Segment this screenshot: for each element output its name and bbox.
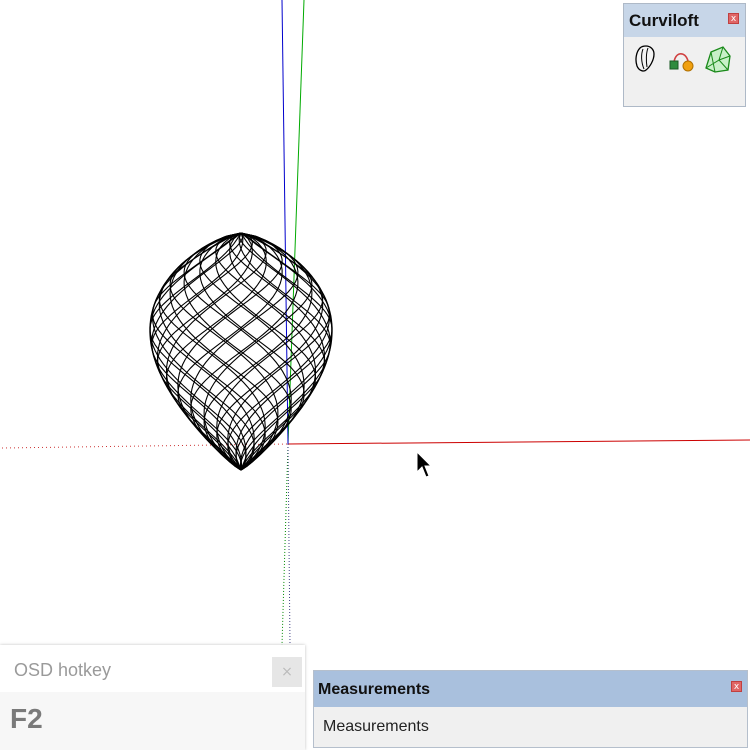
toolbar-close-button[interactable]: x: [728, 13, 739, 24]
loft-along-path-icon: [705, 46, 731, 73]
loft-by-spline-icon: [635, 45, 655, 72]
model-spiral-edge: [149, 232, 247, 471]
model-spiral-edge: [235, 232, 333, 471]
measurements-input[interactable]: Measurements: [323, 718, 429, 736]
measurements-header[interactable]: Measurements x: [314, 671, 747, 707]
measurements-title: Measurements: [318, 681, 431, 698]
model-spiral-edge: [149, 232, 247, 471]
osd-hotkey-value: F2: [10, 703, 43, 734]
skin-contours-icon: [669, 53, 694, 72]
osd-close-button[interactable]: ×: [272, 657, 302, 687]
blue-axis-positive: [281, 0, 289, 445]
loft-along-path-button[interactable]: [702, 43, 734, 75]
blue-axis-negative: [287, 443, 291, 646]
red-axis-positive: [287, 439, 750, 445]
measurements-panel: Measurements x Measurements: [313, 670, 748, 748]
model-spiral-edge: [238, 232, 331, 471]
toolbar-header[interactable]: Curviloft x: [624, 4, 745, 37]
toolbar-title: Curviloft: [629, 11, 699, 30]
3d-viewport[interactable]: Curviloft x OSD hotkey × F2 Measurements…: [0, 0, 750, 750]
green-axis-positive: [287, 0, 305, 445]
measurements-close-button[interactable]: x: [731, 681, 742, 692]
toolbar-icons: [624, 37, 745, 75]
model-spiral-edge: [151, 232, 244, 471]
model-spiral-edge: [151, 232, 244, 471]
model-spiral-edge: [238, 232, 331, 471]
lofted-bulb-model[interactable]: [149, 232, 333, 471]
curviloft-toolbar: Curviloft x: [623, 3, 746, 107]
mouse-cursor-icon: [416, 451, 432, 478]
model-spiral-edge: [235, 232, 333, 471]
osd-title: OSD hotkey: [14, 660, 112, 680]
skin-contours-button[interactable]: [666, 43, 698, 75]
loft-by-spline-button[interactable]: [630, 43, 662, 75]
osd-hotkey-panel: OSD hotkey × F2: [0, 645, 305, 750]
green-axis-negative: [281, 443, 289, 646]
osd-header[interactable]: OSD hotkey ×: [0, 645, 305, 692]
scene-canvas[interactable]: [0, 0, 750, 750]
